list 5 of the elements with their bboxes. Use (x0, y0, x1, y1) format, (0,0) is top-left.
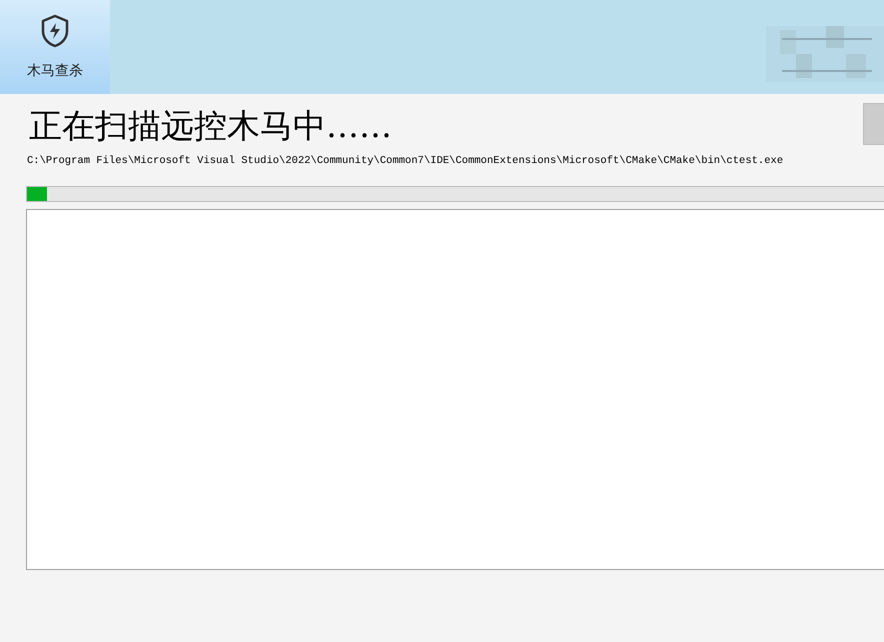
shield-lightning-icon (39, 14, 71, 48)
scanning-file-path: C:\Program Files\Microsoft Visual Studio\2022\Community\Common7\IDE\CommonExtensions\Microsoft\CMake\CMake\bin\ctest.exe (27, 154, 784, 169)
results-list[interactable] (26, 208, 884, 570)
scan-status-title: 正在扫描远控木马中…… (29, 106, 392, 146)
nav-tab[interactable]: 木马查杀 (0, 0, 110, 94)
